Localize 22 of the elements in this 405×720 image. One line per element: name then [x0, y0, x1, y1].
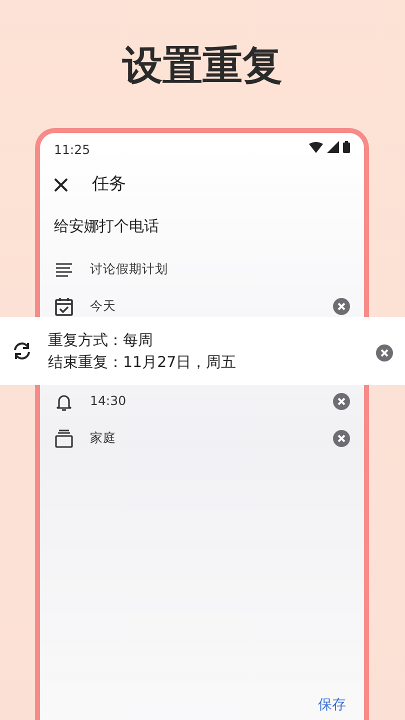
repeat-icon	[12, 341, 32, 361]
headline: 设置重复	[121, 42, 284, 91]
wifi-icon	[309, 142, 323, 152]
clear-button[interactable]	[376, 342, 393, 360]
row-text[interactable]: 讨论假期计划	[90, 260, 350, 279]
calendar-icon	[54, 296, 74, 316]
row-text[interactable]: 14:30	[90, 392, 317, 411]
screen-title: 任务	[92, 173, 126, 196]
row-text[interactable]: 今天	[90, 297, 317, 316]
battery-icon	[343, 141, 350, 153]
signal-icon	[327, 141, 339, 153]
close-button[interactable]	[54, 178, 68, 192]
clear-button[interactable]	[333, 393, 350, 410]
repeat-text: 结束重复：11月27日，周五	[48, 352, 238, 373]
folder-icon	[54, 428, 74, 448]
repeat-text: 重复方式：每周	[48, 330, 154, 351]
clear-button[interactable]	[333, 430, 350, 447]
task-title[interactable]: 给安娜打个电话	[54, 207, 350, 251]
row-text[interactable]: 家庭	[90, 429, 317, 448]
status-time: 11:25	[54, 141, 90, 159]
save-button[interactable]: 保存	[318, 695, 346, 716]
clear-button[interactable]	[333, 298, 350, 315]
